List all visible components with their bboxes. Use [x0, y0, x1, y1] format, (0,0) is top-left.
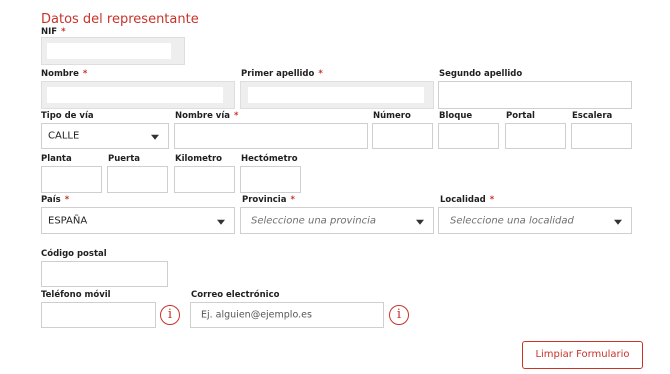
info-icon[interactable]: i: [389, 305, 409, 325]
provincia-select[interactable]: Seleccione una provincia: [240, 207, 434, 234]
portal-label: Portal: [506, 111, 535, 121]
bloque-field[interactable]: [438, 123, 499, 149]
hectometro-label: Hectómetro: [241, 154, 298, 164]
localidad-select[interactable]: Seleccione una localidad: [438, 207, 632, 234]
numero-field[interactable]: [372, 123, 433, 149]
provincia-placeholder: Seleccione una provincia: [251, 215, 376, 226]
bloque-label: Bloque: [439, 111, 473, 121]
correo-field[interactable]: Ej. alguien@ejemplo.es: [190, 302, 384, 328]
chevron-down-icon: [416, 219, 424, 225]
tipo-via-select[interactable]: CALLE: [41, 123, 169, 149]
tipo-via-value: CALLE: [48, 130, 80, 142]
escalera-label: Escalera: [572, 111, 613, 121]
numero-label: Número: [373, 111, 411, 121]
kilometro-label: Kilometro: [175, 154, 222, 164]
primer-apellido-label: Primer apellido *: [241, 69, 323, 79]
telefono-movil-field[interactable]: [41, 302, 156, 328]
kilometro-field[interactable]: [174, 166, 235, 193]
puerta-label: Puerta: [108, 154, 141, 164]
clear-form-button[interactable]: Limpiar Formulario: [522, 341, 643, 369]
chevron-down-icon: [151, 134, 159, 140]
telefono-movil-label: Teléfono móvil: [41, 290, 111, 300]
codigo-postal-label: Código postal: [41, 249, 107, 259]
segundo-apellido-field[interactable]: [438, 81, 632, 109]
section-title: Datos del representante: [41, 12, 199, 27]
tipo-via-label: Tipo de vía: [41, 111, 94, 121]
planta-field[interactable]: [41, 166, 102, 193]
nombre-label: Nombre *: [41, 69, 88, 79]
primer-apellido-field[interactable]: [240, 81, 434, 109]
localidad-placeholder: Seleccione una localidad: [450, 215, 574, 226]
puerta-field[interactable]: [107, 166, 168, 193]
nif-label: NIF *: [41, 27, 66, 37]
info-icon[interactable]: i: [160, 305, 180, 325]
codigo-postal-field[interactable]: [41, 261, 168, 287]
pais-value: ESPAÑA: [48, 215, 88, 226]
nif-field[interactable]: [41, 37, 185, 65]
pais-select[interactable]: ESPAÑA: [41, 207, 235, 234]
nombre-via-field[interactable]: [174, 123, 368, 149]
planta-label: Planta: [41, 154, 72, 164]
pais-label: País *: [41, 195, 70, 205]
correo-label: Correo electrónico: [191, 290, 280, 300]
provincia-label: Provincia *: [242, 195, 295, 205]
escalera-field[interactable]: [571, 123, 632, 149]
correo-placeholder: Ej. alguien@ejemplo.es: [201, 309, 312, 321]
nombre-via-label: Nombre vía *: [175, 111, 239, 121]
localidad-label: Localidad *: [440, 195, 495, 205]
hectometro-field[interactable]: [240, 166, 301, 193]
segundo-apellido-label: Segundo apellido: [439, 69, 523, 79]
chevron-down-icon: [217, 219, 225, 225]
portal-field[interactable]: [505, 123, 566, 149]
chevron-down-icon: [614, 219, 622, 225]
nombre-field[interactable]: [41, 81, 235, 109]
